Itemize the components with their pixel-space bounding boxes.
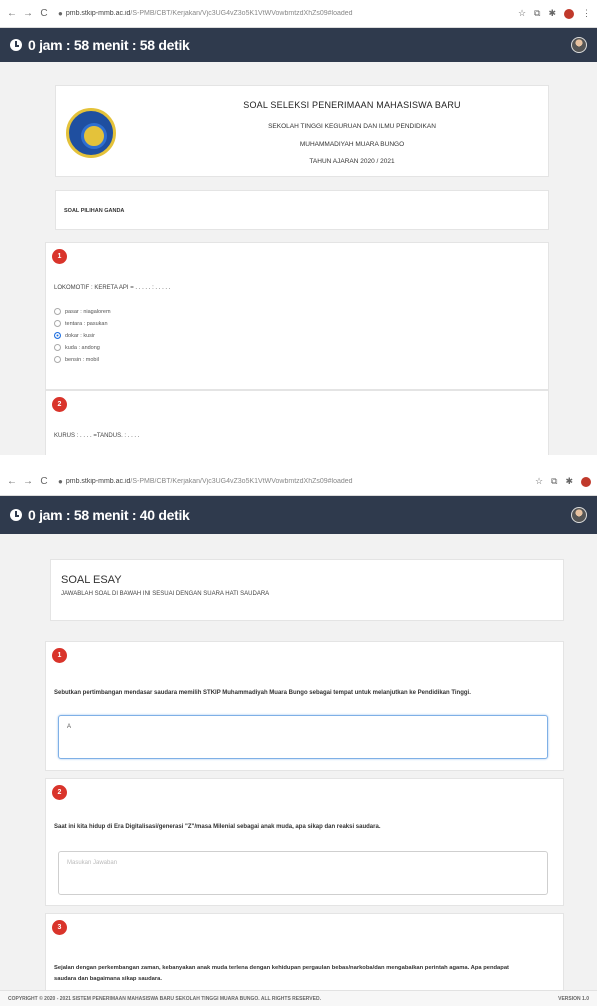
radio-button[interactable]: [54, 344, 61, 351]
screenshot-divider: [0, 455, 597, 468]
essay-question-card-1: 1 Sebutkan pertimbangan mendasar saudara…: [45, 641, 564, 771]
address-bar[interactable]: pmb.stkip-mmb.ac.id/S-PMB/CBT/Kerjakan/V…: [66, 478, 529, 485]
countdown-timer: 0 jam : 58 menit : 58 detik: [28, 37, 190, 53]
screenshot-essay: ← → C ● pmb.stkip-mmb.ac.id/S-PMB/CBT/Ke…: [0, 468, 597, 1006]
lock-icon: ●: [58, 9, 63, 18]
question-text-line1: Sejalan dengan perkembangan zaman, keban…: [54, 965, 509, 971]
option-label: pasar : niagalorem: [65, 308, 111, 315]
option-a[interactable]: pasar : niagalorem: [54, 308, 111, 315]
forward-icon[interactable]: →: [22, 476, 34, 488]
extension-pin-icon[interactable]: ✱: [548, 8, 556, 19]
extension-pin-icon[interactable]: ✱: [565, 476, 573, 487]
avatar[interactable]: [571, 37, 587, 53]
section-subtitle: JAWABLAH SOAL DI BAWAH INI SESUAI DENGAN…: [61, 591, 270, 597]
address-bar[interactable]: pmb.stkip-mmb.ac.id/S-PMB/CBT/Kerjakan/V…: [66, 10, 512, 17]
institution-name-line2: MUHAMMADIYAH MUARA BUNGO: [299, 141, 405, 148]
institution-logo-icon: [66, 108, 116, 158]
question-text: LOKOMOTIF : KERETA API = . . . . . : . .…: [54, 285, 171, 291]
answer-input[interactable]: [58, 715, 548, 759]
browser-toolbar: ← → C ● pmb.stkip-mmb.ac.id/S-PMB/CBT/Ke…: [0, 0, 597, 28]
back-icon[interactable]: ←: [6, 8, 18, 20]
academic-year: TAHUN AJARAN 2020 / 2021: [309, 158, 395, 165]
question-text: KURUS : . . . . =TANDUS. : . . . .: [54, 433, 140, 439]
back-icon[interactable]: ←: [6, 476, 18, 488]
url-host: pmb.stkip-mmb.ac.id: [65, 10, 131, 17]
section-title: SOAL ESAY: [61, 574, 122, 586]
timer-bar: 0 jam : 58 menit : 40 detik: [0, 496, 597, 534]
url-path: /S-PMB/CBT/Kerjakan/Vjc3UG4vZ3o5K1VtWVow…: [130, 478, 353, 485]
url-host: pmb.stkip-mmb.ac.id: [65, 478, 131, 485]
essay-question-card-2: 2 Saat ini kita hidup di Era Digitalisas…: [45, 778, 564, 906]
footer: COPYRIGHT © 2020 - 2021 SISTEM PENERIMAA…: [0, 990, 597, 1006]
reload-icon[interactable]: C: [38, 476, 50, 488]
profile-extension-icon[interactable]: [564, 8, 574, 19]
question-number-badge: 2: [52, 397, 67, 412]
section-title: SOAL PILIHAN GANDA: [64, 208, 125, 214]
institution-name-line1: SEKOLAH TINGGI KEGURUAN DAN ILMU PENDIDI…: [268, 123, 436, 130]
answer-input[interactable]: [58, 851, 548, 895]
question-card-1: 1 LOKOMOTIF : KERETA API = . . . . . : .…: [45, 242, 549, 390]
option-label: tentara : pasukan: [65, 320, 108, 327]
radio-button-selected[interactable]: [54, 332, 61, 339]
radio-button[interactable]: [54, 320, 61, 327]
bookmark-star-icon[interactable]: ☆: [535, 476, 543, 487]
lock-icon: ●: [58, 477, 63, 486]
radio-button[interactable]: [54, 308, 61, 315]
countdown-timer: 0 jam : 58 menit : 40 detik: [28, 507, 190, 523]
question-number-badge: 3: [52, 920, 67, 935]
section-title-card: SOAL PILIHAN GANDA: [55, 190, 549, 230]
browser-toolbar: ← → C ● pmb.stkip-mmb.ac.id/S-PMB/CBT/Ke…: [0, 468, 597, 496]
question-text: Sebutkan pertimbangan mendasar saudara m…: [54, 690, 471, 696]
menu-icon[interactable]: ⋮: [582, 8, 591, 19]
extension-puzzle-icon[interactable]: ⧉: [534, 8, 540, 19]
essay-question-card-3: 3 Sejalan dengan perkembangan zaman, keb…: [45, 913, 564, 993]
question-number-badge: 1: [52, 249, 67, 264]
screenshot-multiple-choice: ← → C ● pmb.stkip-mmb.ac.id/S-PMB/CBT/Ke…: [0, 0, 597, 455]
option-b[interactable]: tentara : pasukan: [54, 320, 108, 327]
question-card-2: 2 KURUS : . . . . =TANDUS. : . . . .: [45, 390, 549, 455]
question-number-badge: 1: [52, 648, 67, 663]
bookmark-star-icon[interactable]: ☆: [518, 8, 526, 19]
profile-extension-icon[interactable]: [581, 476, 591, 487]
url-path: /S-PMB/CBT/Kerjakan/Vjc3UG4vZ3o5K1VtWVow…: [130, 10, 353, 17]
forward-icon[interactable]: →: [22, 8, 34, 20]
option-c[interactable]: dokar : kusir: [54, 332, 95, 339]
radio-button[interactable]: [54, 356, 61, 363]
option-d[interactable]: kuda : andong: [54, 344, 100, 351]
browser-extensions: ☆ ⧉ ✱ ⋮: [518, 8, 591, 19]
clock-icon: [10, 39, 22, 51]
option-label: bensin : mobil: [65, 356, 99, 363]
copyright-text: COPYRIGHT © 2020 - 2021 SISTEM PENERIMAA…: [8, 995, 321, 1002]
reload-icon[interactable]: C: [38, 8, 50, 20]
timer-bar: 0 jam : 58 menit : 58 detik: [0, 28, 597, 62]
extension-puzzle-icon[interactable]: ⧉: [551, 476, 557, 487]
question-text-line2: saudara dan bagaimana sikap saudara.: [54, 976, 162, 982]
question-text: Saat ini kita hidup di Era Digitalisasi/…: [54, 824, 381, 830]
browser-extensions: ☆ ⧉ ✱: [535, 476, 591, 487]
exam-header-card: SOAL SELEKSI PENERIMAAN MAHASISWA BARU S…: [55, 85, 549, 177]
option-label: kuda : andong: [65, 344, 100, 351]
option-label: dokar : kusir: [65, 332, 95, 339]
essay-section-card: SOAL ESAY JAWABLAH SOAL DI BAWAH INI SES…: [50, 559, 564, 621]
option-e[interactable]: bensin : mobil: [54, 356, 99, 363]
question-number-badge: 2: [52, 785, 67, 800]
version-text: VERSION 1.0: [558, 995, 589, 1002]
exam-title: SOAL SELEKSI PENERIMAAN MAHASISWA BARU: [243, 100, 461, 110]
clock-icon: [10, 509, 22, 521]
avatar[interactable]: [571, 507, 587, 523]
